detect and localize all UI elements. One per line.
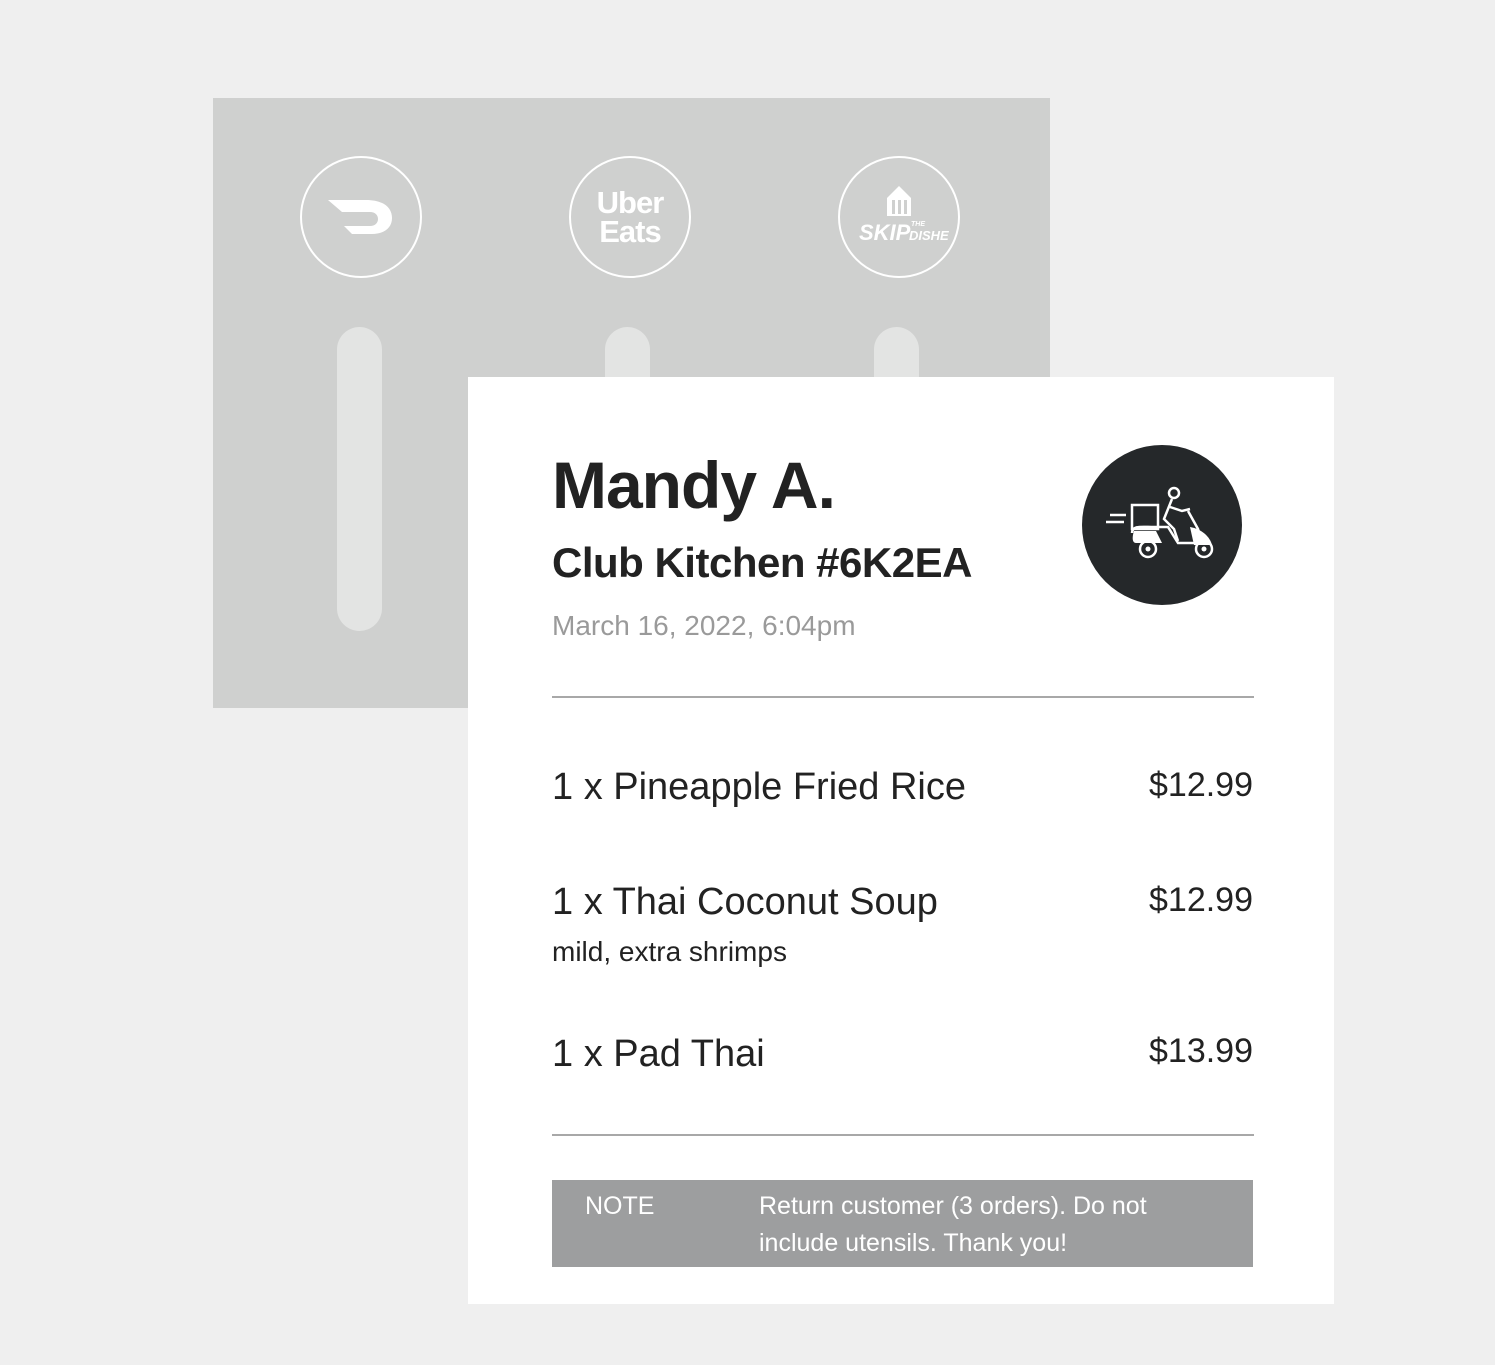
ubereats-label-uber: Uber — [596, 185, 665, 220]
doordash-logo-icon[interactable] — [300, 156, 422, 278]
items-divider — [552, 1134, 1254, 1136]
doordash-track — [337, 327, 382, 631]
order-item-price: $12.99 — [1149, 766, 1253, 804]
order-item-price: $13.99 — [1149, 1032, 1253, 1070]
order-id: Club Kitchen #6K2EA — [552, 539, 972, 586]
order-item-name: 1 x Pad Thai — [552, 1033, 765, 1075]
dishes-text: DISHES — [909, 228, 949, 243]
order-item-price: $12.99 — [1149, 881, 1253, 919]
the-text: THE — [911, 221, 925, 228]
order-item-modifiers: mild, extra shrimps — [552, 936, 787, 967]
customer-name: Mandy A. — [552, 448, 836, 522]
order-timestamp: March 16, 2022, 6:04pm — [552, 610, 856, 641]
skipthedishes-logo-icon[interactable]: SKIP THE DISHES — [838, 156, 960, 278]
ubereats-label-eats: Eats — [599, 214, 661, 249]
note-text: Return customer (3 orders). Do not inclu… — [759, 1192, 1147, 1257]
ubereats-logo-icon[interactable]: Uber Eats — [569, 156, 691, 278]
scooter-delivery-icon — [1082, 445, 1242, 605]
note-label: NOTE — [585, 1192, 655, 1220]
header-divider — [552, 696, 1254, 698]
order-item-name: 1 x Thai Coconut Soup — [552, 881, 938, 923]
skip-text: SKIP — [859, 220, 911, 245]
order-note: NOTE Return customer (3 orders). Do not … — [552, 1180, 1253, 1267]
order-ticket[interactable]: Mandy A. Club Kitchen #6K2EA March 16, 2… — [468, 377, 1334, 1304]
order-item-name: 1 x Pineapple Fried Rice — [552, 766, 966, 808]
